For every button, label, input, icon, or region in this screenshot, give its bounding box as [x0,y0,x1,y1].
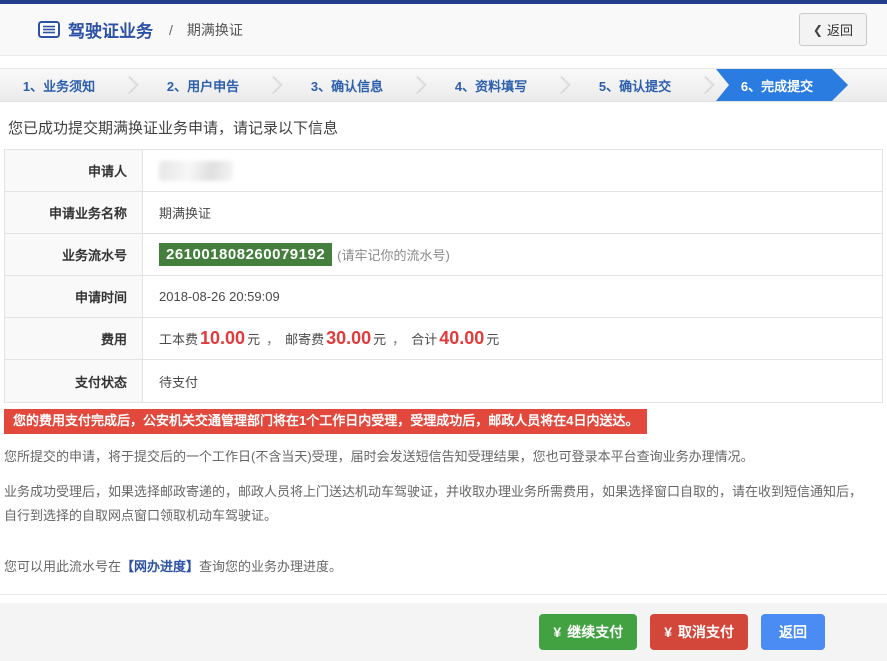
payment-notice-banner: 您的费用支付完成后，公安机关交通管理部门将在1个工作日内受理，受理成功后，邮政人… [4,409,648,434]
step-3-confirm-info[interactable]: 3、确认信息 [288,69,406,101]
breadcrumb-current: 期满换证 [186,21,243,38]
yen-icon: ¥ [664,624,672,641]
table-row-payment-status: 支付状态 待支付 [5,360,882,402]
fee-label: 费用 [5,318,143,359]
serial-number-note: (请牢记你的流水号) [337,248,450,263]
fee-separator: ， [392,332,406,347]
step-1-notice[interactable]: 1、业务须知 [0,69,118,101]
progress-hint-suffix: 查询您的业务办理进度。 [199,559,343,575]
step-wizard-bar: 1、业务须知 2、用户申告 3、确认信息 4、资料填写 5、确认提交 6、完成提… [0,68,887,102]
table-row-fee: 费用 工本费 10.00 元 ， 邮寄费 30.00 元 ， 合计 40.00 … [5,318,882,360]
footer-back-button[interactable]: 返回 [761,614,825,651]
business-name-value: 期满换证 [159,206,212,221]
applicant-label: 申请人 [5,150,143,191]
notice-paragraph-1: 您所提交的申请，将于提交后的一个工作日(不含当天)受理，届时会发送短信告知受理结… [4,448,754,464]
table-row-applicant: 申请人 [5,150,882,192]
fee-item2-amount: 30.00 [326,328,372,348]
footer-back-label: 返回 [779,624,807,641]
fee-unit: 元 [373,332,387,347]
breadcrumb: 驾驶证业务 / 期满换证 [38,17,243,42]
business-name-label: 申请业务名称 [5,192,143,233]
serial-number-label: 业务流水号 [5,234,143,275]
breadcrumb-separator: / [169,21,173,38]
step-separator-chevron-icon [694,69,720,101]
fee-item1-label: 工本费 [159,332,199,347]
step-6-complete-active[interactable]: 6、完成提交 [716,69,848,101]
step-5-confirm-submit[interactable]: 5、确认提交 [576,69,694,101]
table-row-apply-time: 申请时间 2018-08-26 20:59:09 [5,276,882,318]
fee-item1-amount: 10.00 [200,328,246,348]
progress-hint-prefix: 您可以用此流水号在 [4,559,122,575]
cancel-payment-label: 取消支付 [678,624,734,641]
table-row-business-name: 申请业务名称 期满换证 [5,192,882,234]
payment-status-label: 支付状态 [5,360,143,402]
footer-divider [0,594,887,596]
notice-paragraph-2: 业务成功受理后，如果选择邮政寄递的，邮政人员将上门送达机动车驾驶证，并收取办理业… [4,483,863,523]
payment-status-value: 待支付 [159,374,199,390]
serial-number-badge: 261001808260079192 [159,243,333,266]
back-button-label: 返回 [826,23,853,38]
fee-unit: 元 [486,332,500,347]
continue-payment-label: 继续支付 [567,624,624,641]
form-list-icon [38,21,60,38]
progress-link-text: 【网办进度】 [121,559,200,575]
step-4-fill-data[interactable]: 4、资料填写 [432,69,550,101]
yen-icon: ¥ [553,624,562,641]
fee-value: 工本费 10.00 元 ， 邮寄费 30.00 元 ， 合计 40.00 元 [143,318,882,359]
step-separator-chevron-icon [118,69,144,101]
header-back-button[interactable]: ❮ 返回 [798,13,867,46]
success-message: 您已成功提交期满换证业务申请，请记录以下信息 [8,120,339,137]
step-2-declaration[interactable]: 2、用户申告 [144,69,262,101]
table-row-serial-number: 业务流水号 261001808260079192 (请牢记你的流水号) [5,234,882,276]
fee-separator: ， [266,332,280,347]
chevron-left-icon: ❮ [812,22,823,37]
page-header: 驾驶证业务 / 期满换证 ❮ 返回 [0,4,887,56]
fee-total-amount: 40.00 [439,328,485,348]
fee-total-label: 合计 [411,332,438,347]
fee-unit: 元 [247,332,261,347]
step-separator-chevron-icon [406,69,432,101]
continue-payment-button[interactable]: ¥ 继续支付 [539,614,638,651]
applicant-name-redacted [159,160,233,181]
footer-action-bar: ¥ 继续支付 ¥ 取消支付 返回 [0,603,887,661]
application-info-table: 申请人 申请业务名称 期满换证 业务流水号 261001808260079192… [4,149,883,403]
progress-hint-paragraph: 您可以用此流水号在【网办进度】查询您的业务办理进度。 [4,555,864,579]
fee-item2-label: 邮寄费 [285,332,325,347]
cancel-payment-button[interactable]: ¥ 取消支付 [650,614,748,651]
apply-time-label: 申请时间 [5,276,143,317]
step-separator-chevron-icon [550,69,576,101]
step-separator-chevron-icon [262,69,288,101]
breadcrumb-root[interactable]: 驾驶证业务 [68,17,153,42]
apply-time-value: 2018-08-26 20:59:09 [159,289,280,304]
